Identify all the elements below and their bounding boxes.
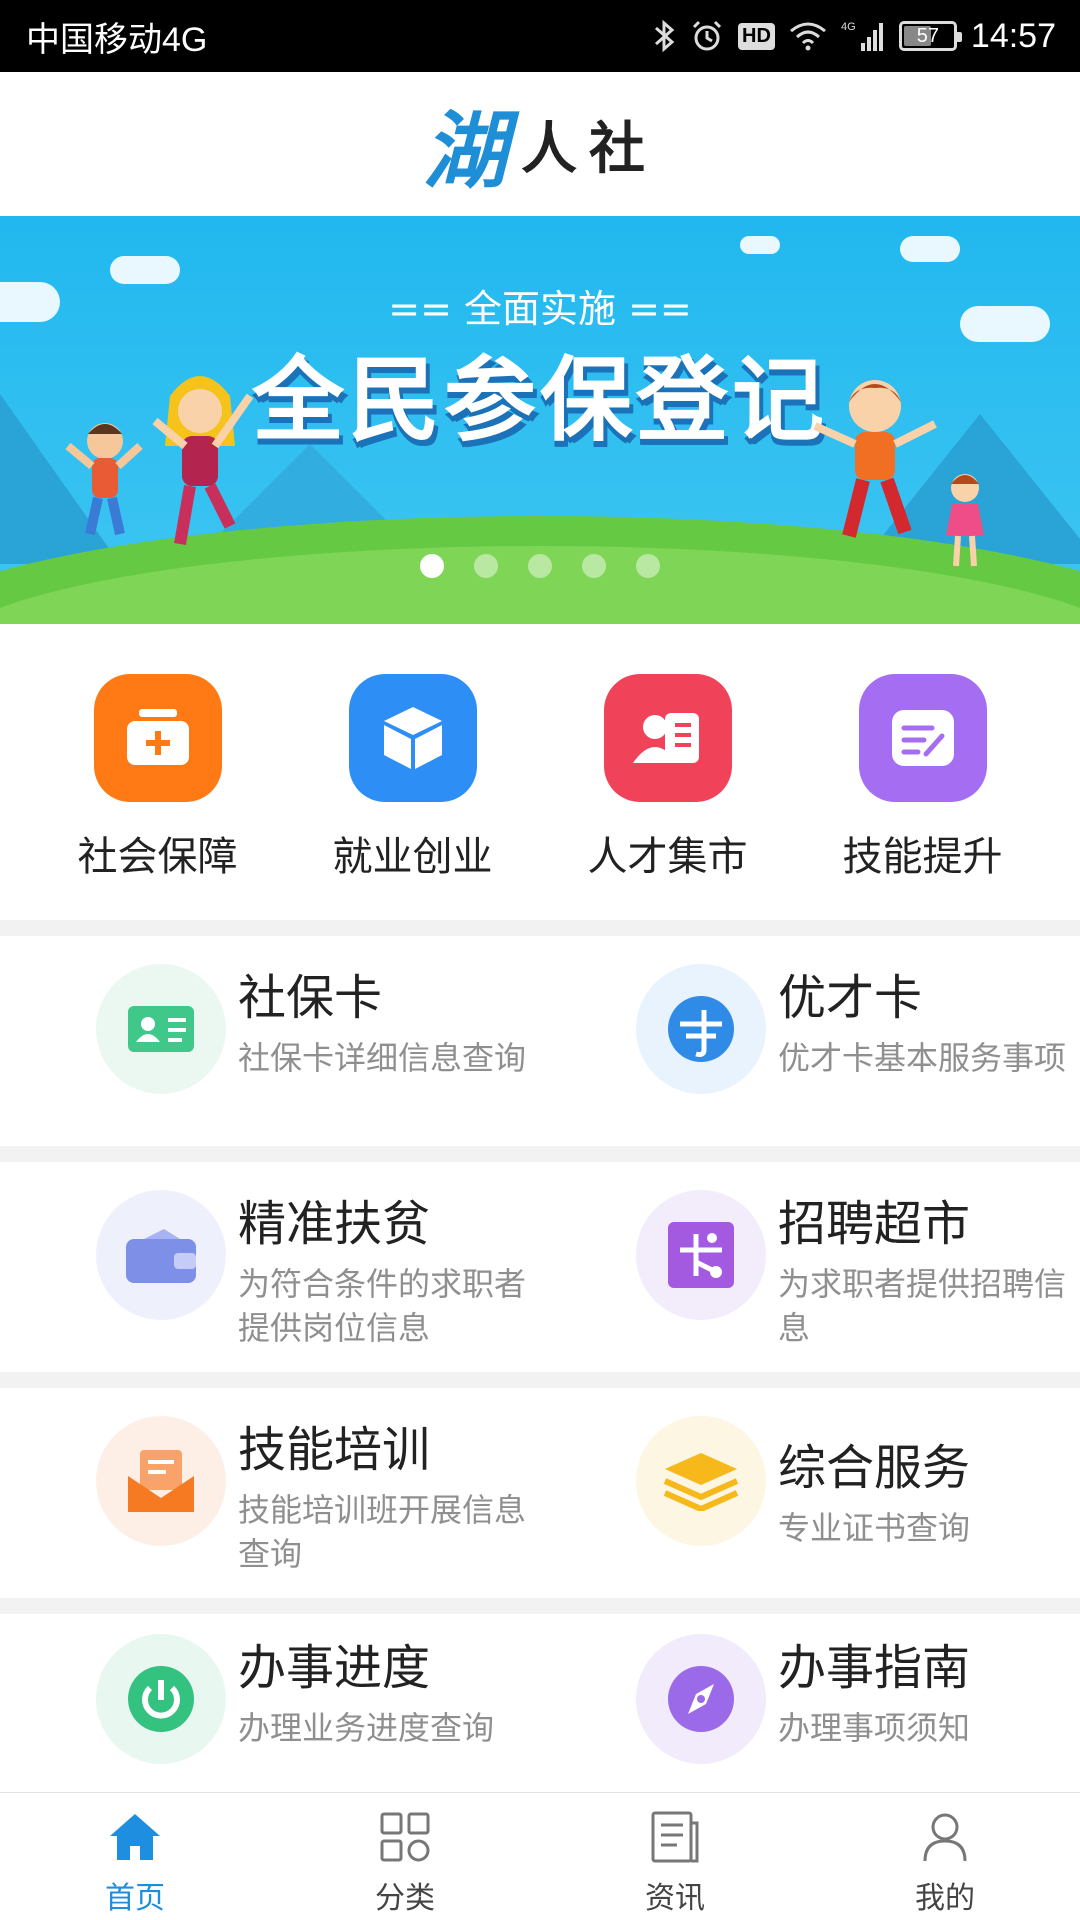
service-social-security-card[interactable]: 社保卡 社保卡详细信息查询 [0, 936, 540, 1146]
banner-dot[interactable] [420, 554, 444, 578]
service-row: 技能培训 技能培训班开展信息查询 综合服务 专业证书查询 [0, 1388, 1080, 1598]
nav-label: 资讯 [645, 1881, 705, 1916]
boy-illustration [813, 380, 937, 538]
news-icon [645, 1807, 705, 1867]
category-label: 技能提升 [842, 834, 1003, 880]
box-icon [348, 674, 477, 802]
banner-dot[interactable] [528, 554, 552, 578]
service-job-market[interactable]: 招聘超市 为求职者提供招聘信息 [540, 1162, 1080, 1372]
logo-mark: 湖 [422, 100, 507, 200]
category-label: 人才集市 [587, 834, 748, 880]
service-description: 为求职者提供招聘信息 [778, 1264, 1067, 1348]
promo-banner[interactable]: == 全面实施 == 全民参保登记 [0, 216, 1080, 624]
nav-news[interactable]: 资讯 [540, 1793, 810, 1920]
edit-note-icon [858, 674, 987, 802]
status-icons: HD 4G 57 14:57 [654, 17, 1056, 56]
app-header: 湖 人社 [0, 72, 1080, 216]
banner-pagination[interactable] [0, 554, 1080, 578]
service-title: 优才卡 [778, 970, 923, 1026]
talent-card-icon [636, 964, 766, 1094]
power-progress-icon [96, 1634, 226, 1764]
bluetooth-icon [654, 19, 676, 53]
battery-icon: 57 [898, 21, 962, 51]
banner-dot[interactable] [636, 554, 660, 578]
service-talent-card[interactable]: 优才卡 优才卡基本服务事项 [540, 936, 1080, 1146]
id-person-icon [603, 674, 732, 802]
wallet-icon [96, 1190, 226, 1320]
service-description: 技能培训班开展信息查询 [238, 1490, 527, 1574]
service-description: 社保卡详细信息查询 [238, 1038, 527, 1077]
service-description: 为符合条件的求职者提供岗位信息 [238, 1264, 527, 1348]
app-title: 人社 [521, 116, 657, 182]
app-logo: 湖 人社 [423, 84, 657, 205]
service-grid: 社保卡 社保卡详细信息查询 优才卡 优才卡基本服务事项 精准扶贫 为符合条件的求… [0, 936, 1080, 1794]
nav-categories[interactable]: 分类 [270, 1793, 540, 1920]
home-icon [105, 1807, 165, 1867]
service-row: 办事进度 办理业务进度查询 办事指南 办理事项须知 [0, 1614, 1080, 1794]
signal-icon: 4G [841, 19, 885, 53]
service-title: 社保卡 [238, 970, 383, 1026]
service-description: 办理业务进度查询 [238, 1708, 495, 1747]
hd-badge: HD [738, 22, 775, 50]
banner-dot[interactable] [474, 554, 498, 578]
battery-level: 57 [916, 24, 940, 47]
service-poverty-alleviation[interactable]: 精准扶贫 为符合条件的求职者提供岗位信息 [0, 1162, 540, 1372]
quick-categories: 社会保障 就业创业 人才集市 技能提升 [0, 624, 1080, 920]
network-type-label: 4G [841, 21, 856, 33]
banner-subtitle: == 全面实施 == [388, 287, 692, 331]
category-label: 社会保障 [77, 834, 238, 880]
service-general-service[interactable]: 综合服务 专业证书查询 [540, 1388, 1080, 1598]
nav-profile[interactable]: 我的 [810, 1793, 1080, 1920]
service-row: 精准扶贫 为符合条件的求职者提供岗位信息 招聘超市 为求职者提供招聘信息 [0, 1162, 1080, 1372]
user-icon [915, 1807, 975, 1867]
service-guide[interactable]: 办事指南 办理事项须知 [540, 1614, 1080, 1794]
clock: 14:57 [970, 16, 1056, 55]
nav-label: 首页 [105, 1881, 165, 1916]
nav-home[interactable]: 首页 [0, 1793, 270, 1920]
grid-icon [375, 1807, 435, 1867]
cloud-decoration [740, 236, 780, 254]
status-bar: 中国移动4G HD 4G 57 14:57 [0, 0, 1080, 72]
category-employment[interactable]: 就业创业 [308, 674, 518, 920]
girl-illustration [152, 376, 254, 546]
service-description: 办理事项须知 [778, 1708, 971, 1747]
child-illustration [65, 423, 143, 536]
medical-kit-icon [93, 674, 222, 802]
service-skill-training[interactable]: 技能培训 技能培训班开展信息查询 [0, 1388, 540, 1598]
category-social-security[interactable]: 社会保障 [53, 674, 263, 920]
layers-icon [636, 1416, 766, 1546]
network-icon [636, 1190, 766, 1320]
banner-dot[interactable] [582, 554, 606, 578]
nav-label: 分类 [375, 1881, 435, 1916]
wifi-icon [789, 21, 827, 51]
service-title: 办事进度 [238, 1640, 431, 1696]
compass-icon [636, 1634, 766, 1764]
bottom-navigation: 首页 分类 资讯 我的 [0, 1792, 1080, 1920]
category-talent-market[interactable]: 人才集市 [563, 674, 773, 920]
carrier-label: 中国移动4G [26, 20, 208, 59]
service-description: 优才卡基本服务事项 [778, 1038, 1067, 1077]
alarm-icon [690, 19, 724, 53]
service-title: 综合服务 [778, 1440, 971, 1496]
category-label: 就业创业 [332, 834, 493, 880]
service-row: 社保卡 社保卡详细信息查询 优才卡 优才卡基本服务事项 [0, 936, 1080, 1146]
category-skill-upgrade[interactable]: 技能提升 [818, 674, 1028, 920]
service-description: 专业证书查询 [778, 1508, 971, 1547]
id-card-icon [96, 964, 226, 1094]
service-progress[interactable]: 办事进度 办理业务进度查询 [0, 1614, 540, 1794]
service-title: 精准扶贫 [238, 1196, 431, 1252]
cloud-decoration [900, 236, 960, 262]
service-title: 招聘超市 [778, 1196, 971, 1252]
nav-label: 我的 [915, 1881, 975, 1916]
service-title: 技能培训 [238, 1422, 431, 1478]
service-title: 办事指南 [778, 1640, 971, 1696]
mail-document-icon [96, 1416, 226, 1546]
